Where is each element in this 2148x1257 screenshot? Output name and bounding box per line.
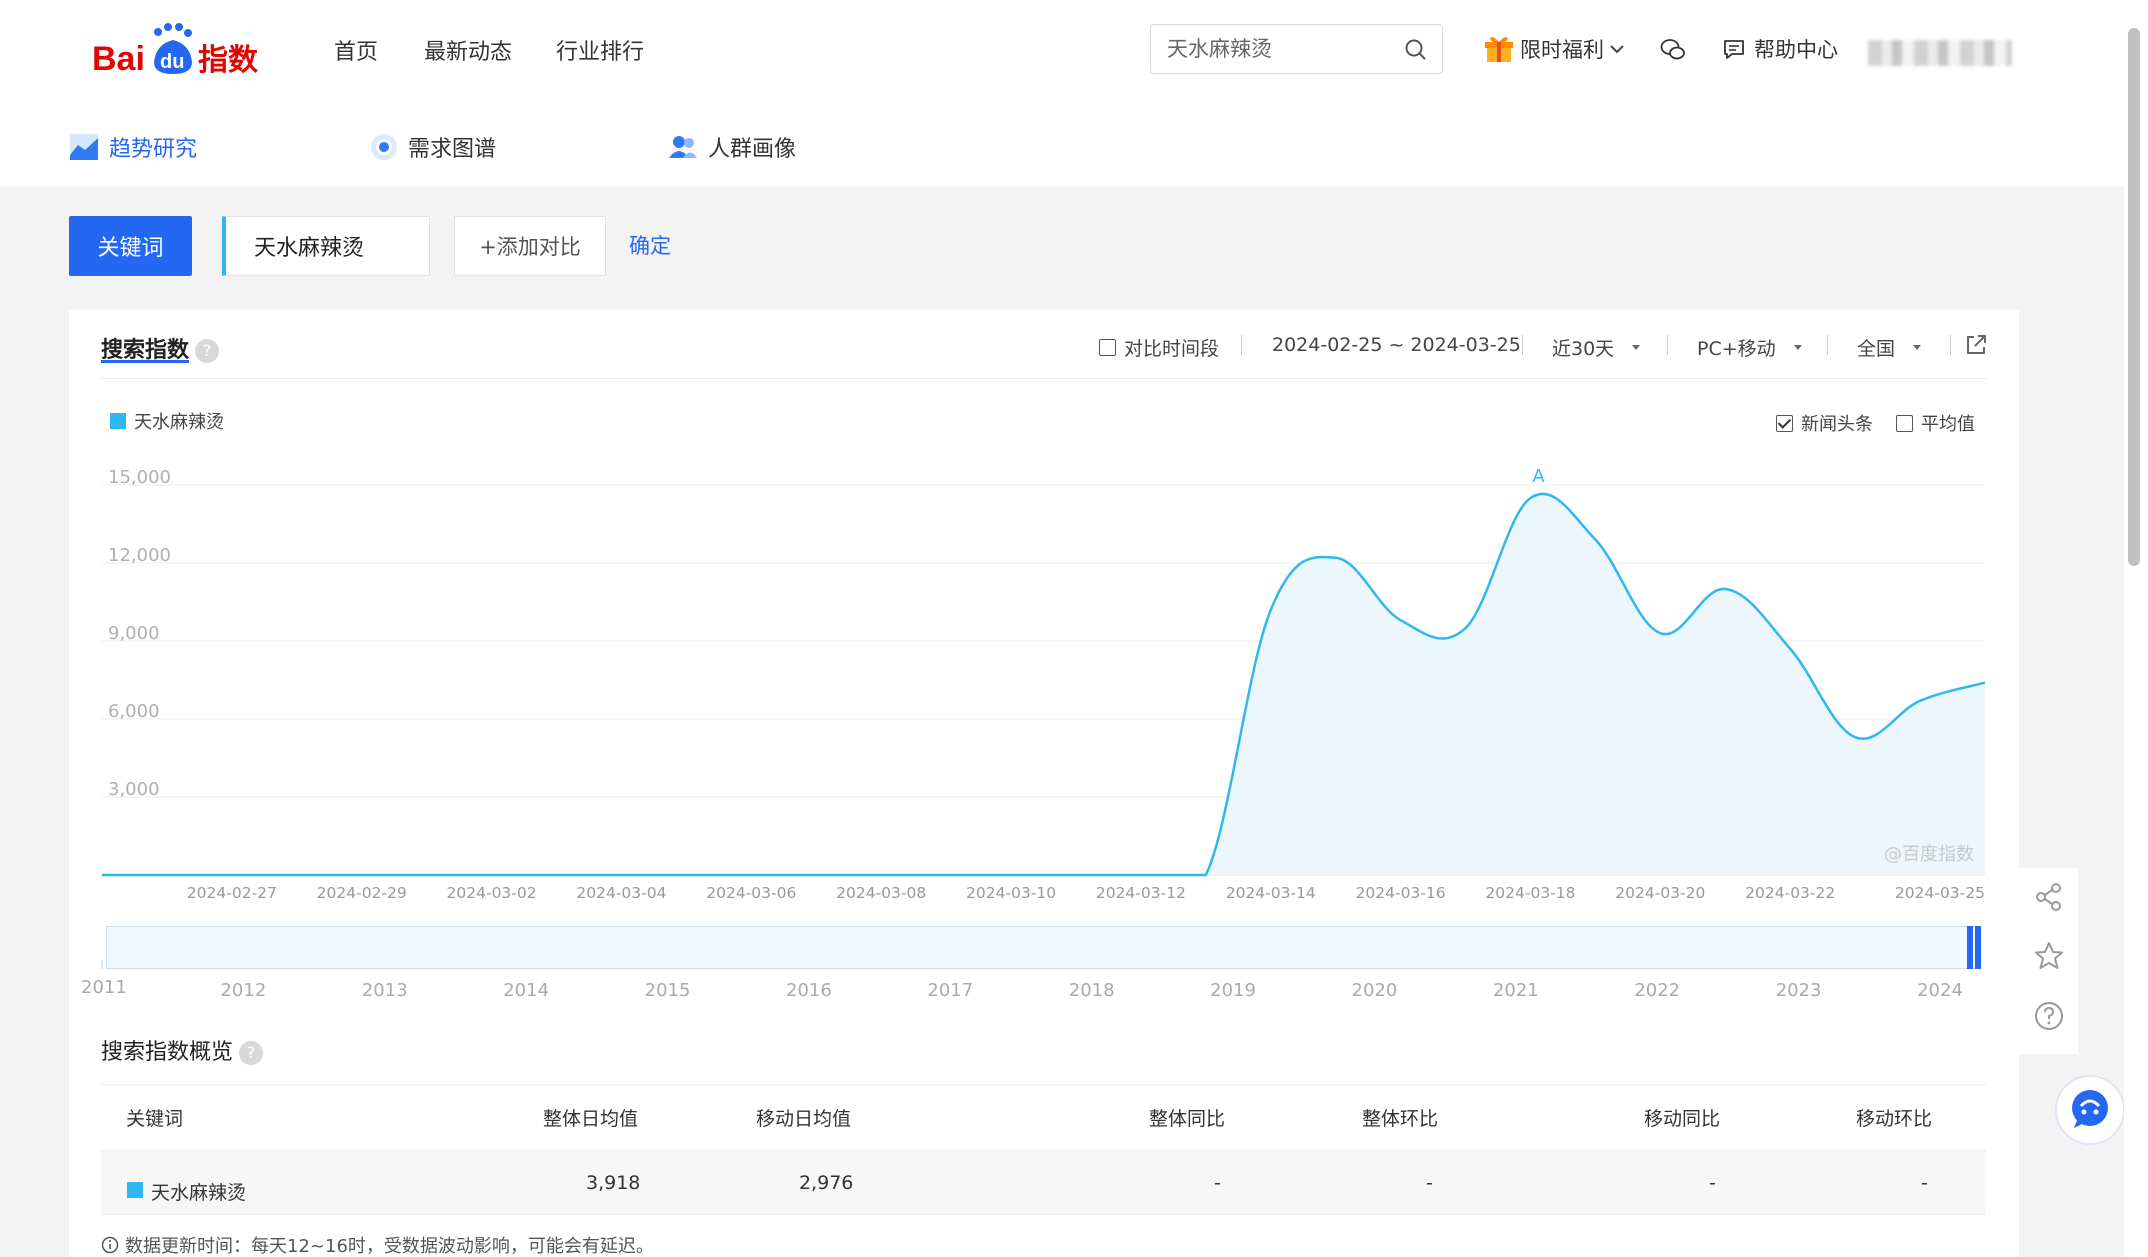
timeline-year: 2017: [927, 980, 973, 1001]
share-icon[interactable]: [2034, 882, 2064, 912]
timeline-year: 2021: [1493, 980, 1539, 1001]
x-tick-label: 2024-03-14: [1226, 884, 1316, 902]
x-tick-label: 2024-03-10: [966, 884, 1056, 902]
header-overall-avg: 整体日均值: [543, 1108, 639, 1130]
x-tick-label: 2024-02-29: [317, 884, 407, 902]
x-tick-label: 2024-03-25: [1895, 884, 1985, 902]
row-mobile-yoy: -: [1709, 1172, 1716, 1194]
timeline-year: 2019: [1210, 980, 1256, 1001]
timeline-year: 2015: [645, 980, 691, 1001]
row-overall-yoy: -: [1214, 1172, 1221, 1194]
search-index-chart: 15,000 12,000 9,000 6,000 3,000 2024-02-27 202…: [81, 466, 1986, 1001]
overview-title-text: 搜索指数概览: [101, 1040, 234, 1065]
x-tick-label: 2024-03-06: [706, 884, 796, 902]
row-overall-mom: -: [1426, 1172, 1433, 1194]
x-tick-label: 2024-03-12: [1096, 884, 1186, 902]
row-overall-avg: 3,918: [586, 1172, 641, 1194]
info-icon: [101, 1236, 119, 1254]
timeline-year: 2016: [786, 980, 832, 1001]
customer-service-icon[interactable]: [2054, 1074, 2126, 1146]
header-overall-yoy: 整体同比: [1149, 1108, 1226, 1130]
x-tick-label: 2024-02-27: [187, 884, 277, 902]
row-mobile-mom: -: [1921, 1172, 1928, 1194]
y-tick-label: 15,000: [108, 467, 171, 488]
timeline-year: 2011: [81, 977, 127, 998]
y-tick-label: 12,000: [108, 545, 171, 566]
divider: [101, 1084, 1986, 1085]
row-mobile-avg: 2,976: [799, 1172, 854, 1194]
timeline-year: 2013: [362, 980, 408, 1001]
timeline-slider[interactable]: [106, 926, 1981, 969]
row-keyword: 天水麻辣烫: [151, 1182, 247, 1204]
y-tick-label: 9,000: [108, 623, 160, 644]
x-tick-label: 2024-03-16: [1356, 884, 1446, 902]
header-keyword: 关键词: [126, 1108, 184, 1130]
y-tick-label: 3,000: [108, 779, 160, 800]
header-mobile-yoy: 移动同比: [1644, 1108, 1721, 1130]
timeline-year: 2014: [503, 980, 549, 1001]
timeline-year: 2020: [1352, 980, 1398, 1001]
timeline-year: 2022: [1634, 980, 1680, 1001]
series-area: [102, 493, 1985, 875]
star-icon[interactable]: [2034, 941, 2064, 971]
x-tick-label: 2024-03-04: [576, 884, 666, 902]
header-mobile-mom: 移动环比: [1856, 1108, 1933, 1130]
footnote: 数据更新时间：每天12~16时，受数据波动影响，可能会有延迟。: [101, 1232, 654, 1257]
timeline-year: 2023: [1776, 980, 1822, 1001]
footnote-text: 数据更新时间：每天12~16时，受数据波动影响，可能会有延迟。: [125, 1236, 654, 1257]
x-tick-label: 2024-03-08: [836, 884, 926, 902]
help-question-icon[interactable]: ?: [239, 1041, 264, 1065]
table-row: [101, 1150, 1986, 1215]
header-overall-mom: 整体环比: [1362, 1108, 1439, 1130]
timeline-year: 2012: [220, 980, 266, 1001]
row-color-swatch: [127, 1182, 143, 1198]
y-tick-label: 6,000: [108, 701, 160, 722]
slider-handle-left[interactable]: [1967, 926, 1973, 969]
slider-handle-right[interactable]: [1975, 926, 1981, 969]
header-mobile-avg: 移动日均值: [756, 1108, 852, 1130]
timeline-year: 2024: [1917, 980, 1963, 1001]
timeline-year: 2018: [1069, 980, 1115, 1001]
help-circle-icon[interactable]: [2034, 1001, 2064, 1031]
watermark: @百度指数: [1884, 844, 1974, 865]
x-tick-label: 2024-03-18: [1485, 884, 1575, 902]
overview-title: 搜索指数概览?: [101, 1034, 264, 1066]
scrollbar-thumb[interactable]: [2128, 28, 2140, 566]
news-marker: A: [1532, 466, 1545, 487]
x-tick-label: 2024-03-22: [1745, 884, 1835, 902]
x-tick-label: 2024-03-02: [447, 884, 537, 902]
x-tick-label: 2024-03-20: [1615, 884, 1705, 902]
